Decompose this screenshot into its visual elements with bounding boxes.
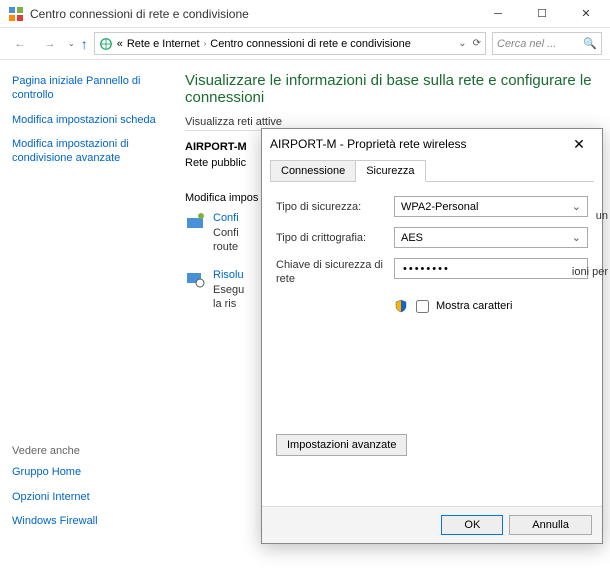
ok-button[interactable]: OK <box>441 515 503 535</box>
truncated-text-2: ioni per <box>572 266 608 278</box>
sidebar-link-sharing[interactable]: Modifica impostazioni di condivisione av… <box>12 137 163 166</box>
setup-connection-icon <box>185 212 205 232</box>
sidebar-link-adapter[interactable]: Modifica impostazioni scheda <box>12 113 163 127</box>
address-dropdown[interactable]: ⌄ <box>458 38 466 49</box>
network-key-input[interactable] <box>394 258 588 279</box>
dialog-titlebar: AIRPORT-M - Proprietà rete wireless ✕ <box>262 129 602 159</box>
address-bar[interactable]: « Rete e Internet › Centro connessioni d… <box>94 32 486 55</box>
troubleshoot-icon <box>185 269 205 289</box>
network-type: Rete pubblic <box>185 157 246 172</box>
see-also-heading: Vedere anche <box>12 445 163 457</box>
show-characters-checkbox[interactable] <box>416 300 429 313</box>
dialog-footer: OK Annulla <box>262 506 602 543</box>
dialog-title: AIRPORT-M - Proprietà rete wireless <box>270 137 564 151</box>
up-button[interactable]: ↑ <box>81 36 88 52</box>
history-dropdown[interactable]: ⌄ <box>68 39 75 48</box>
security-type-select[interactable]: WPA2-Personal <box>394 196 588 217</box>
encryption-type-select[interactable]: AES <box>394 227 588 248</box>
forward-button[interactable]: → <box>38 32 62 56</box>
search-placeholder: Cerca nel ... <box>497 38 556 50</box>
dialog-tabs: Connessione Sicurezza <box>262 159 602 181</box>
active-networks-label: Visualizza reti attive <box>185 116 600 128</box>
setup-connection-title: Confi <box>213 212 239 224</box>
network-icon <box>99 37 113 51</box>
truncated-text-1: un <box>596 210 608 222</box>
breadcrumb-separator: › <box>204 39 207 48</box>
troubleshoot-title: Risolu <box>213 269 244 281</box>
see-also-firewall[interactable]: Windows Firewall <box>12 514 163 528</box>
search-icon: 🔍 <box>583 37 597 50</box>
encryption-type-label: Tipo di crittografia: <box>276 232 394 244</box>
cancel-button[interactable]: Annulla <box>509 515 592 535</box>
uac-shield-icon <box>394 299 408 313</box>
show-characters-label: Mostra caratteri <box>436 300 512 312</box>
see-also-homegroup[interactable]: Gruppo Home <box>12 465 163 479</box>
tab-connection[interactable]: Connessione <box>270 160 356 182</box>
network-key-label: Chiave di sicurezza di rete <box>276 258 394 287</box>
window-title: Centro connessioni di rete e condivision… <box>30 7 476 21</box>
tab-security[interactable]: Sicurezza <box>356 160 425 182</box>
dialog-body: Tipo di sicurezza: WPA2-Personal Tipo di… <box>262 182 602 506</box>
advanced-settings-button[interactable]: Impostazioni avanzate <box>276 434 407 456</box>
back-button[interactable]: ← <box>8 32 32 56</box>
sidebar-home-link[interactable]: Pagina iniziale Pannello di controllo <box>12 74 163 103</box>
security-type-label: Tipo di sicurezza: <box>276 201 394 213</box>
page-heading: Visualizzare le informazioni di base sul… <box>185 72 600 106</box>
minimize-button[interactable]: ─ <box>476 0 520 28</box>
maximize-button[interactable]: ☐ <box>520 0 564 28</box>
wireless-properties-dialog: AIRPORT-M - Proprietà rete wireless ✕ Co… <box>261 128 603 544</box>
breadcrumb-level2[interactable]: Centro connessioni di rete e condivision… <box>210 38 411 50</box>
network-name: AIRPORT-M <box>185 141 247 153</box>
window-titlebar: Centro connessioni di rete e condivision… <box>0 0 610 28</box>
close-button[interactable]: ✕ <box>564 0 608 28</box>
dialog-close-button[interactable]: ✕ <box>564 136 594 153</box>
search-input[interactable]: Cerca nel ... 🔍 <box>492 32 602 55</box>
breadcrumb-prefix: « <box>117 38 123 50</box>
see-also-internet-options[interactable]: Opzioni Internet <box>12 490 163 504</box>
network-key-field[interactable] <box>401 262 581 276</box>
sidebar: Pagina iniziale Pannello di controllo Mo… <box>0 60 175 552</box>
navigation-bar: ← → ⌄ ↑ « Rete e Internet › Centro conne… <box>0 28 610 60</box>
control-panel-icon <box>8 6 24 22</box>
refresh-button[interactable]: ⟳ <box>473 38 481 49</box>
breadcrumb-level1[interactable]: Rete e Internet <box>127 38 200 50</box>
